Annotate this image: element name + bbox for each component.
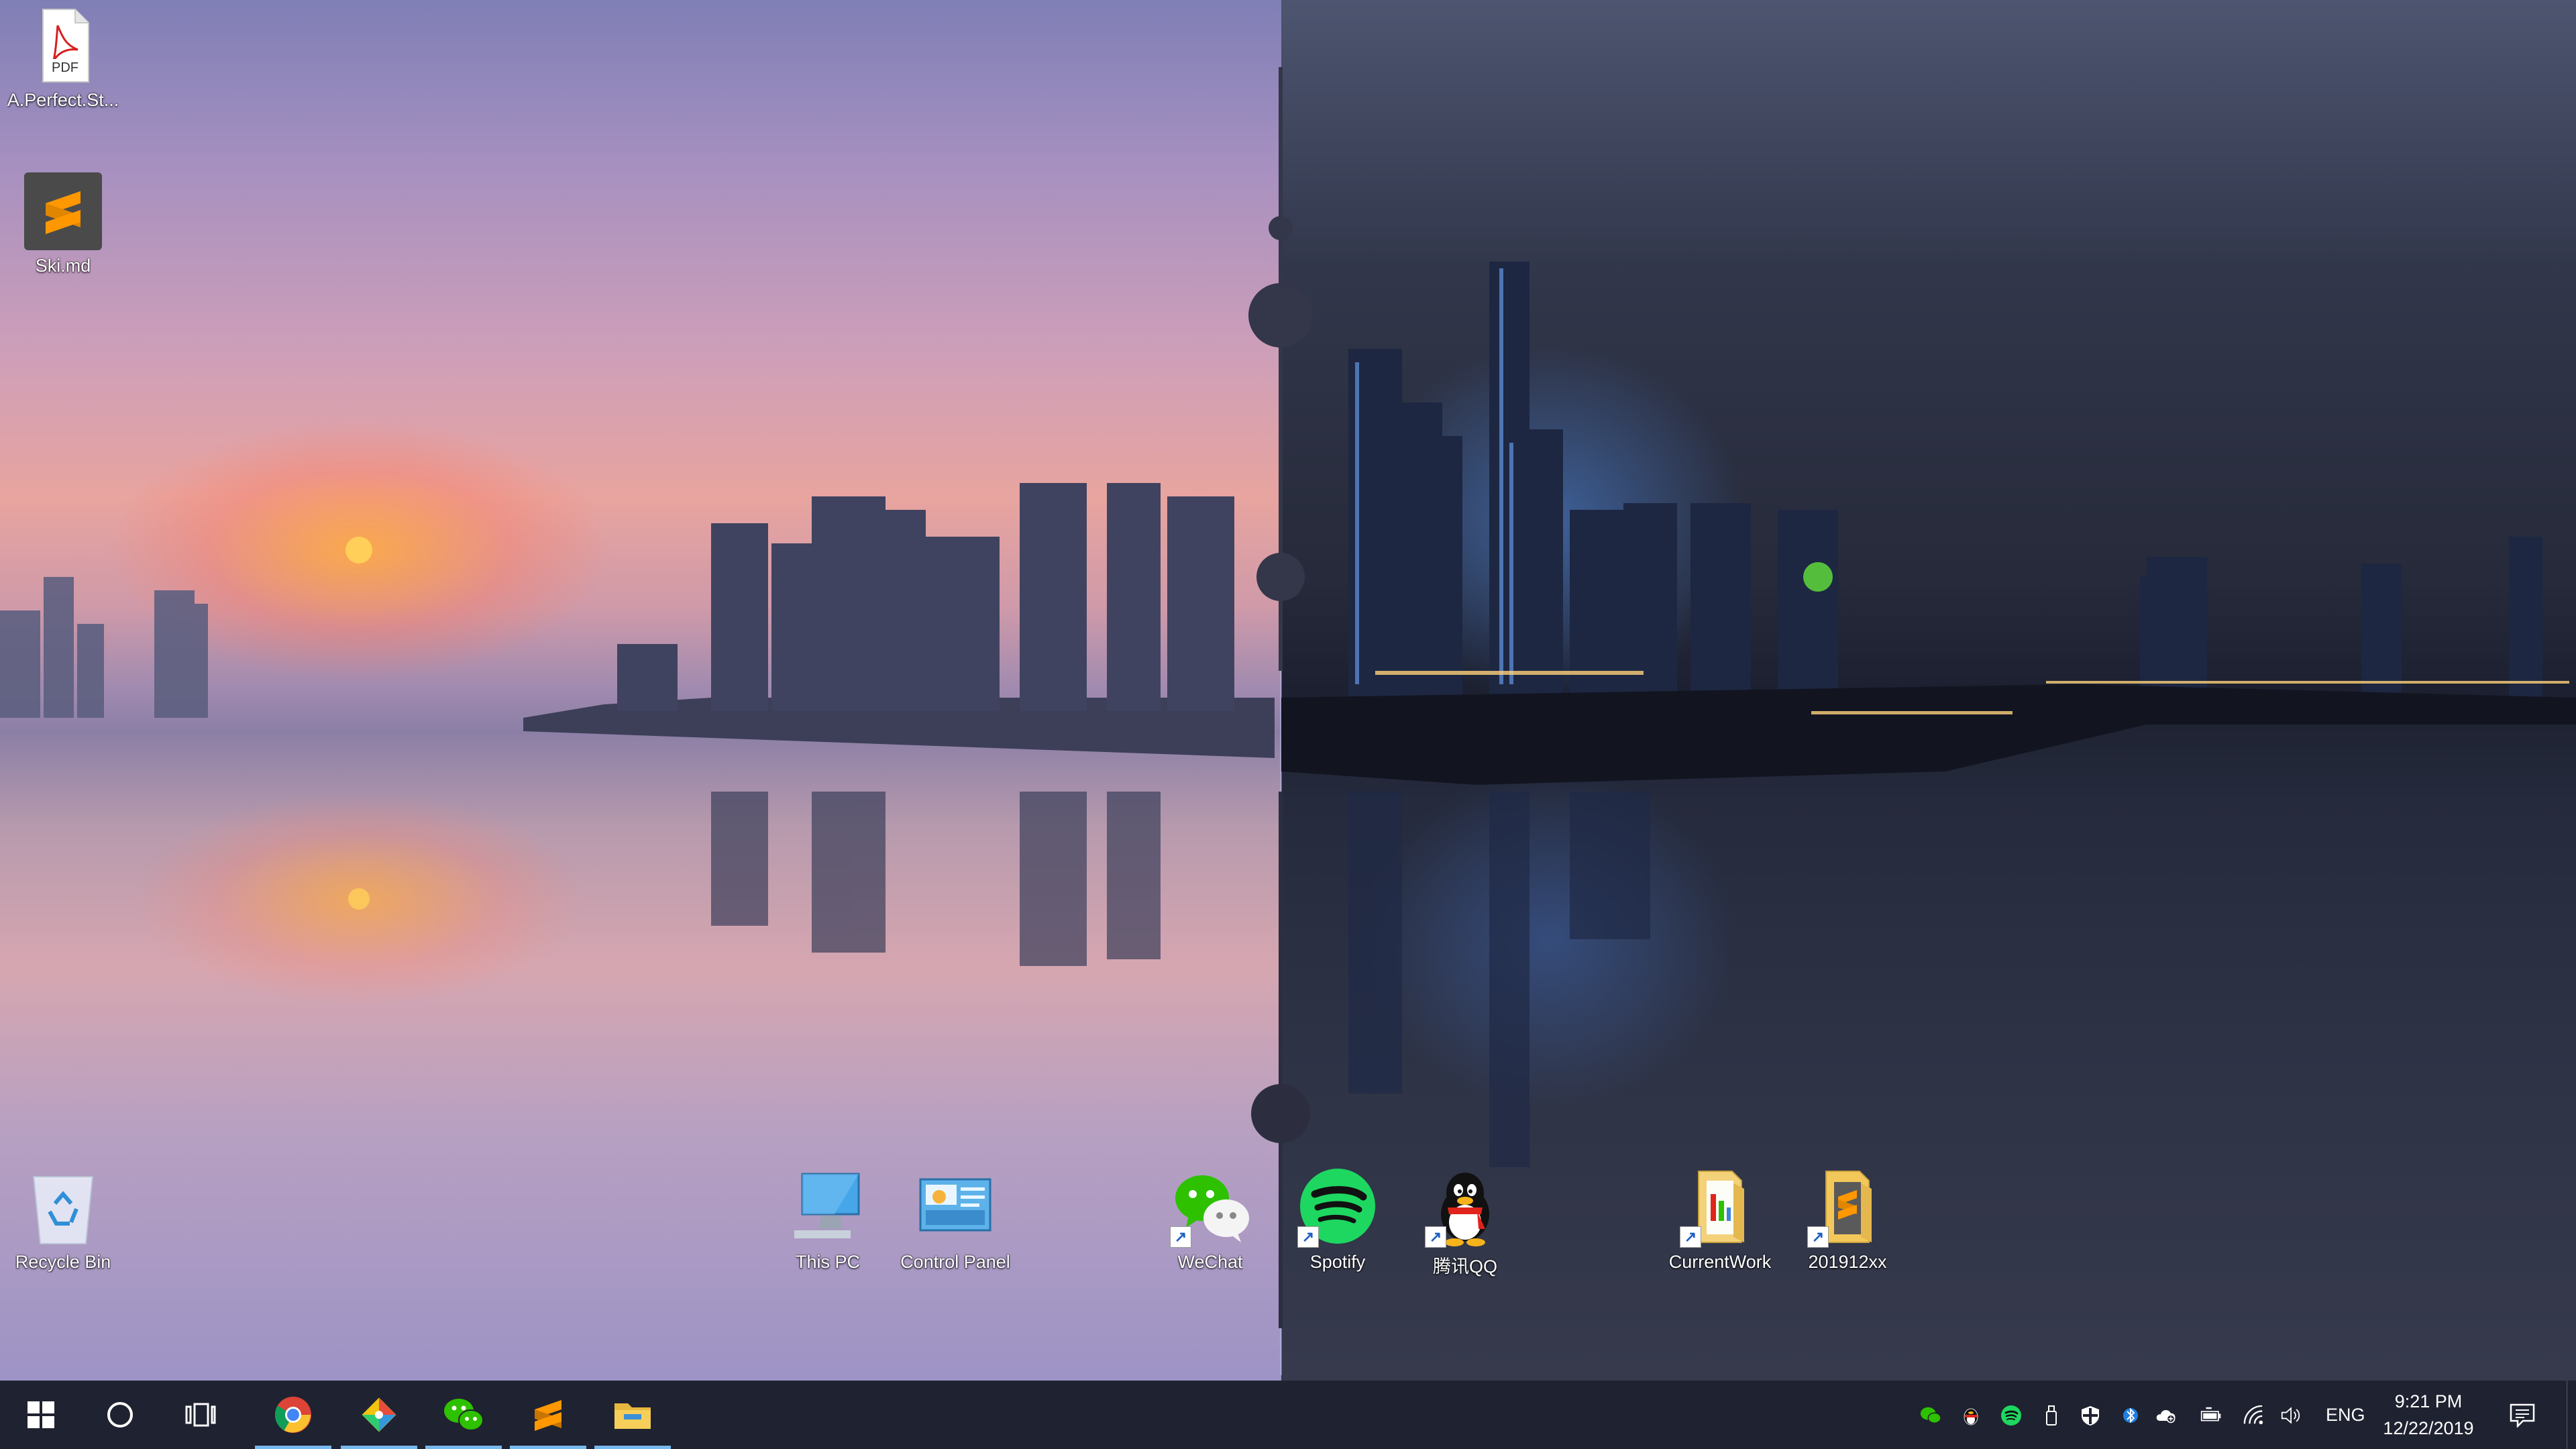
sublime-icon [535, 1400, 561, 1431]
bluetooth-icon[interactable] [2120, 1405, 2141, 1426]
action-center-button[interactable] [2509, 1402, 2536, 1429]
taskbar-wechat[interactable] [420, 1381, 507, 1449]
desktop-icon-ski-md[interactable]: Ski.md [3, 171, 123, 276]
sublime-text-icon [23, 171, 103, 252]
start-button[interactable] [4, 1381, 78, 1449]
taskbar-file-explorer[interactable] [589, 1381, 676, 1449]
desktop-icon-label: 腾讯QQ [1432, 1256, 1497, 1277]
notifications-icon [2510, 1403, 2535, 1428]
battery-icon[interactable] [2200, 1405, 2222, 1426]
input-language-indicator[interactable]: ENG [2326, 1405, 2365, 1426]
shortcut-arrow-icon: ↗ [1680, 1226, 1701, 1248]
windows-logo-icon [28, 1401, 54, 1428]
cortana-search-button[interactable] [83, 1381, 157, 1449]
clock-time: 9:21 PM [2394, 1391, 2463, 1411]
wechat-tray-icon[interactable] [1920, 1405, 1941, 1426]
desktop-icon-wechat[interactable]: ↗ WeChat [1150, 1167, 1271, 1273]
security-shield-icon[interactable] [2080, 1405, 2101, 1426]
desktop-icon-label: Control Panel [900, 1252, 1010, 1272]
wechat-icon [444, 1399, 484, 1431]
git-icon [362, 1397, 396, 1432]
chrome-icon [274, 1397, 311, 1433]
control-panel-icon [915, 1167, 996, 1248]
usb-icon[interactable] [2041, 1405, 2062, 1426]
shortcut-arrow-icon: ↗ [1807, 1226, 1829, 1248]
desktop-icon-recycle-bin[interactable]: Recycle Bin [3, 1167, 123, 1273]
folder-icon: ↗ [1807, 1167, 1888, 1248]
desktop-icon-control-panel[interactable]: Control Panel [895, 1167, 1016, 1273]
clock[interactable]: 9:21 PM 12/22/2019 [2375, 1386, 2482, 1444]
shortcut-arrow-icon: ↗ [1297, 1226, 1319, 1248]
taskbar-git[interactable] [335, 1381, 423, 1449]
pdf-file-icon: PDF [23, 5, 103, 86]
task-view-button[interactable] [164, 1381, 237, 1449]
clock-date: 12/22/2019 [2383, 1418, 2474, 1438]
taskbar-chrome[interactable] [250, 1381, 337, 1449]
desktop-icon-spotify[interactable]: ↗ Spotify [1277, 1167, 1398, 1273]
folder-icon: ↗ [1680, 1167, 1760, 1248]
qq-penguin-icon: ↗ [1425, 1167, 1505, 1248]
desktop-icon-pdf-file[interactable]: PDF A.Perfect.St... [3, 5, 123, 111]
desktop-icon-201912xx[interactable]: ↗ 201912xx [1787, 1167, 1908, 1273]
desktop-icon-label: CurrentWork [1668, 1252, 1772, 1272]
file-explorer-icon [614, 1403, 651, 1429]
shortcut-arrow-icon: ↗ [1425, 1226, 1446, 1248]
wechat-icon: ↗ [1170, 1167, 1250, 1248]
desktop-icon-label: 201912xx [1808, 1252, 1887, 1272]
recycle-bin-icon [23, 1167, 103, 1248]
volume-icon[interactable] [2281, 1405, 2302, 1426]
taskbar: ENG 9:21 PM 12/22/2019 [0, 1381, 2576, 1449]
taskbar-sublime[interactable] [504, 1381, 592, 1449]
onedrive-icon[interactable] [2155, 1405, 2176, 1426]
spotify-tray-icon[interactable] [2000, 1405, 2022, 1426]
desktop-icon-qq[interactable]: ↗ 腾讯QQ [1405, 1167, 1525, 1278]
cortana-circle-icon [107, 1402, 133, 1428]
desktop-icon-this-pc[interactable]: This PC [767, 1167, 888, 1273]
desktop-icon-label: Recycle Bin [15, 1252, 111, 1272]
qq-tray-icon[interactable] [1960, 1405, 1982, 1426]
computer-monitor-icon [788, 1167, 868, 1248]
desktop-icon-label: WeChat [1177, 1252, 1243, 1272]
shortcut-arrow-icon: ↗ [1170, 1226, 1191, 1248]
desktop-icon-label: A.Perfect.St... [7, 90, 119, 110]
wifi-icon[interactable] [2243, 1405, 2265, 1426]
desktop-icon-label: Spotify [1309, 1252, 1366, 1272]
task-view-icon [185, 1403, 216, 1427]
desktop-icon-label: This PC [795, 1252, 861, 1272]
spotify-icon: ↗ [1297, 1167, 1378, 1248]
pdf-badge-text: PDF [52, 60, 78, 75]
desktop-icon-label: Ski.md [35, 256, 91, 276]
desktop-icon-currentwork[interactable]: ↗ CurrentWork [1660, 1167, 1780, 1273]
show-desktop-button[interactable] [2567, 1381, 2576, 1449]
